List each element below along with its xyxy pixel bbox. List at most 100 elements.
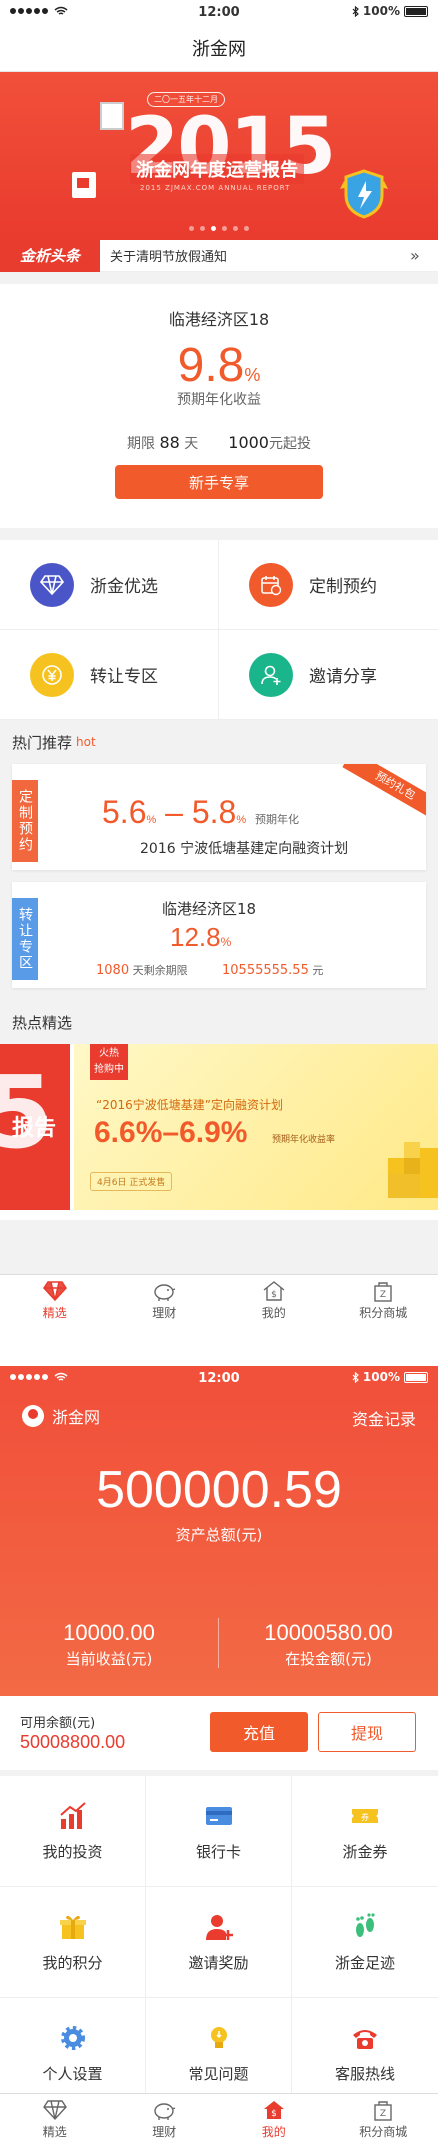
- hot-sale-tag: 火热 抢购中: [90, 1044, 128, 1080]
- rec-amount: 10555555.55 元: [222, 963, 324, 978]
- menu-bank-card[interactable]: 银行卡: [146, 1776, 292, 1887]
- svg-text:Z: Z: [380, 2109, 386, 2119]
- menu-footprint[interactable]: 浙金足迹: [292, 1887, 438, 1998]
- shortcut-label: 邀请分享: [309, 667, 377, 687]
- featured-desc: “2016宁波低塘基建”定向融资计划: [96, 1098, 283, 1112]
- rec-rate: 12.8%: [170, 922, 232, 952]
- news-text[interactable]: 关于清明节放假通知: [100, 246, 410, 265]
- shortcut-transfer[interactable]: 转让专区: [0, 630, 219, 720]
- total-assets-label: 资产总额(元): [175, 1526, 263, 1544]
- carousel-dots[interactable]: [0, 226, 438, 231]
- status-time: 12:00: [198, 4, 240, 20]
- recommend-card-transfer[interactable]: 转让专区 临港经济区18 12.8% 1080 天剩余期限 10555555.5…: [12, 882, 426, 988]
- featured-rate: 6.6%–6.9%: [94, 1116, 248, 1149]
- total-assets: 500000.59: [96, 1461, 342, 1519]
- product-terms: 期限 88 天 1000元起投: [0, 433, 438, 453]
- user-profile[interactable]: 浙金网: [22, 1404, 100, 1428]
- svg-text:$: $: [271, 2109, 277, 2119]
- recharge-button[interactable]: 充值: [210, 1712, 308, 1752]
- product-rate: 9.8%: [177, 339, 261, 392]
- hot-tag: hot: [76, 735, 96, 749]
- shortcut-label: 浙金优选: [90, 577, 158, 597]
- tab-points-mall[interactable]: Z 积分商城: [329, 2094, 438, 2145]
- rec-product-name: 2016 宁波低塘基建定向融资计划: [140, 841, 349, 857]
- gift-ribbon: 预约礼包: [342, 764, 426, 823]
- annual-report-banner[interactable]: 二〇一五年十二月 2015 浙金网年度运营报告 2015 ZJMAX.COM A…: [0, 72, 438, 240]
- balance-value: 50008800.00: [20, 1732, 126, 1752]
- battery-text: 100%: [362, 1370, 400, 1384]
- shortcut-label: 定制预约: [309, 577, 377, 597]
- svg-text:券: 券: [361, 1812, 369, 1822]
- more-icon[interactable]: »: [410, 246, 438, 265]
- featured-date: 4月6日 正式发售: [90, 1172, 173, 1191]
- account-screen: 12:00 100% 浙金网 资金记录 500000.59 资产总额(元) 10…: [0, 1366, 438, 2145]
- banner-title: 浙金网年度运营报告: [130, 154, 304, 184]
- recommend-card-reserve[interactable]: 定制预约 预约礼包 5.6% – 5.8% 预期年化 2016 宁波低塘基建定向…: [12, 764, 426, 870]
- featured-section-title: 热点精选: [12, 1013, 73, 1032]
- shortcut-grid: 浙金优选 定制预约 转让专区 邀请分享: [0, 540, 438, 720]
- battery-text: 100%: [362, 4, 400, 18]
- fund-records-link[interactable]: 资金记录: [352, 1406, 416, 1430]
- shortcut-reserve[interactable]: 定制预约: [219, 540, 438, 630]
- featured-product-card[interactable]: 临港经济区18 9.8% 预期年化收益 期限 88 天 1000元起投 新手专享: [0, 284, 438, 528]
- status-bar: 12:00 100%: [0, 0, 438, 24]
- withdraw-button[interactable]: 提现: [318, 1712, 416, 1752]
- nav-bar: 浙金网: [0, 24, 438, 72]
- bluetooth-icon: [352, 5, 359, 17]
- current-income: 10000.00 当前收益(元): [63, 1620, 155, 1668]
- shopping-bag-icon: Z: [374, 1282, 392, 1302]
- gift-icon: [59, 1915, 86, 1939]
- menu-invite-reward[interactable]: 邀请奖励: [146, 1887, 292, 1998]
- status-bar: 12:00 100%: [0, 1366, 438, 1390]
- asset-summary: 浙金网 资金记录 500000.59 资产总额(元) 10000.00 当前收益…: [0, 1390, 438, 1696]
- calendar-icon: [249, 562, 293, 607]
- lightbulb-icon: [210, 2026, 227, 2048]
- signal-icon: [10, 1372, 68, 1382]
- shortcut-selected[interactable]: 浙金优选: [0, 540, 219, 630]
- user-add-icon: [249, 652, 293, 697]
- piggy-bank-icon: [154, 1284, 176, 1301]
- account-menu-grid: 我的投资 银行卡 券 浙金券 我的积分 邀请奖励 浙金足迹 个人设置 常见问题: [0, 1776, 438, 2109]
- tab-finance[interactable]: 理财: [110, 2094, 220, 2145]
- invite-icon: [205, 1914, 233, 1940]
- tab-bar: 精选 理财 $ 我的 Z 积分商城: [0, 1274, 438, 1326]
- tab-mine[interactable]: $ 我的: [219, 1275, 329, 1326]
- coupon-icon: 券: [352, 1808, 378, 1823]
- newbie-button[interactable]: 新手专享: [115, 465, 323, 499]
- hot-section-title: 热门推荐 hot: [12, 733, 96, 752]
- news-ticker[interactable]: 金析头条 关于清明节放假通知 »: [0, 239, 438, 272]
- battery-icon: [404, 1371, 428, 1383]
- yen-coin-icon: [30, 652, 74, 697]
- phone-icon: [353, 2029, 377, 2049]
- svg-text:Z: Z: [380, 1290, 386, 1300]
- gold-blocks-graphic: [388, 1142, 438, 1198]
- tab-bar: 精选 理财 $ 我的 Z 积分商城: [0, 2093, 438, 2145]
- signal-icon: [10, 6, 68, 16]
- tab-selected[interactable]: 精选: [0, 2094, 110, 2145]
- menu-coupon[interactable]: 券 浙金券: [292, 1776, 438, 1887]
- tab-mine[interactable]: $ 我的: [219, 2094, 329, 2145]
- piggy-bank-icon: [154, 2103, 176, 2120]
- house-dollar-icon: $: [263, 1281, 285, 1301]
- rec-title: 临港经济区18: [162, 900, 257, 918]
- menu-my-investment[interactable]: 我的投资: [0, 1776, 146, 1887]
- tab-finance[interactable]: 理财: [110, 1275, 220, 1326]
- banner-english: 2015 ZJMAX.COM ANNUAL REPORT: [140, 184, 291, 192]
- tab-selected[interactable]: 精选: [0, 1275, 110, 1326]
- rec-rate-range: 5.6% – 5.8% 预期年化: [102, 794, 299, 830]
- footprint-icon: [356, 1912, 375, 1937]
- diamond-icon: [42, 1281, 67, 1302]
- news-tag: 金析头条: [0, 239, 100, 272]
- invested-amount: 10000580.00 在投金额(元): [264, 1620, 393, 1668]
- tab-points-mall[interactable]: Z 积分商城: [329, 1275, 438, 1326]
- user-name: 浙金网: [52, 1408, 101, 1427]
- rec-remaining-term: 1080 天剩余期限: [96, 963, 188, 978]
- menu-my-points[interactable]: 我的积分: [0, 1887, 146, 1998]
- product-term: 期限 88 天: [127, 433, 199, 452]
- featured-banner[interactable]: 5 报告 火热 抢购中 “2016宁波低塘基建”定向融资计划 6.6%–6.9% …: [0, 1044, 438, 1220]
- diamond-icon: [30, 562, 74, 607]
- avatar[interactable]: [22, 1405, 44, 1427]
- wifi-icon: [54, 1372, 68, 1381]
- bluetooth-icon: [352, 1371, 359, 1383]
- shortcut-invite[interactable]: 邀请分享: [219, 630, 438, 720]
